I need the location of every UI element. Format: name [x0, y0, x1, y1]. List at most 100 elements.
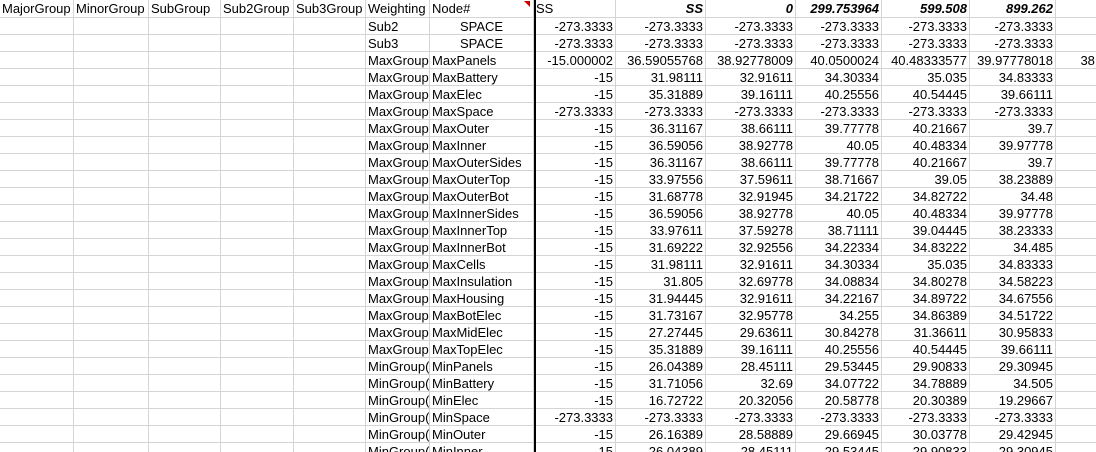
cell[interactable]	[221, 409, 294, 426]
cell[interactable]: MaxBattery	[430, 69, 534, 86]
cell[interactable]	[221, 324, 294, 341]
cell[interactable]	[149, 324, 221, 341]
cell[interactable]: 19.29667	[970, 392, 1056, 409]
cell[interactable]: MinGroup(I	[366, 375, 430, 392]
cell[interactable]: 36.31167	[616, 120, 706, 137]
header-cell[interactable]: Sub3Group	[294, 0, 366, 18]
cell[interactable]: MaxMidElec	[430, 324, 534, 341]
cell[interactable]: 34.83333	[970, 256, 1056, 273]
cell[interactable]: -273.3333	[882, 103, 970, 120]
cell[interactable]: -15	[534, 341, 616, 358]
cell[interactable]: 39.97778	[970, 205, 1056, 222]
cell[interactable]	[294, 154, 366, 171]
cell[interactable]: -273.3333	[616, 18, 706, 35]
cell[interactable]: 29.30945	[970, 358, 1056, 375]
cell[interactable]	[221, 341, 294, 358]
cell[interactable]: 35.31889	[616, 341, 706, 358]
cell[interactable]: 3	[1056, 256, 1096, 273]
cell[interactable]: 34.07722	[796, 375, 882, 392]
cell[interactable]: 32.69778	[706, 273, 796, 290]
cell[interactable]: -15	[534, 256, 616, 273]
header-cell[interactable]: 299.753964	[796, 0, 882, 18]
cell[interactable]	[149, 35, 221, 52]
cell[interactable]: MaxGroup	[366, 120, 430, 137]
cell[interactable]	[294, 103, 366, 120]
cell[interactable]: 34.82722	[882, 188, 970, 205]
cell[interactable]: MaxTopElec	[430, 341, 534, 358]
cell[interactable]: 38.92778	[706, 137, 796, 154]
cell[interactable]: 38.66111	[706, 154, 796, 171]
cell[interactable]: -15.000002	[534, 52, 616, 69]
cell[interactable]	[221, 239, 294, 256]
header-cell[interactable]: SS	[534, 0, 616, 18]
header-cell[interactable]: 899.262	[970, 0, 1056, 18]
cell[interactable]	[0, 341, 74, 358]
cell[interactable]	[294, 290, 366, 307]
cell[interactable]	[221, 205, 294, 222]
cell[interactable]	[74, 18, 149, 35]
cell[interactable]	[0, 222, 74, 239]
cell[interactable]: MaxGroup	[366, 103, 430, 120]
cell[interactable]: 39.97778018	[970, 52, 1056, 69]
cell[interactable]: 39.97778	[970, 137, 1056, 154]
cell[interactable]: -15	[534, 137, 616, 154]
cell[interactable]: 36.31167	[616, 154, 706, 171]
cell[interactable]: 34.505	[970, 375, 1056, 392]
cell[interactable]: MaxInnerBot	[430, 239, 534, 256]
cell[interactable]: 32.95778	[706, 307, 796, 324]
cell[interactable]: 39.66111	[970, 86, 1056, 103]
cell[interactable]: -15	[534, 358, 616, 375]
cell[interactable]: -15	[534, 392, 616, 409]
cell[interactable]	[221, 188, 294, 205]
cell[interactable]	[0, 239, 74, 256]
cell[interactable]: 39.04445	[882, 222, 970, 239]
cell[interactable]	[294, 52, 366, 69]
cell[interactable]: MaxGroup	[366, 222, 430, 239]
cell[interactable]: 16.72722	[616, 392, 706, 409]
cell[interactable]: 3	[1056, 307, 1096, 324]
cell[interactable]	[74, 171, 149, 188]
cell[interactable]: -273.3333	[616, 409, 706, 426]
cell[interactable]: MinGroup(	[366, 426, 430, 443]
cell[interactable]: 39.77778	[796, 120, 882, 137]
cell[interactable]	[0, 205, 74, 222]
cell[interactable]	[0, 273, 74, 290]
cell[interactable]	[221, 120, 294, 137]
cell[interactable]: MaxGroup	[366, 290, 430, 307]
cell[interactable]: 31.94445	[616, 290, 706, 307]
cell[interactable]: -15	[534, 154, 616, 171]
cell[interactable]	[221, 443, 294, 452]
cell[interactable]: 34.86389	[882, 307, 970, 324]
cell[interactable]	[221, 307, 294, 324]
header-cell[interactable]: Sub2Group	[221, 0, 294, 18]
cell[interactable]: 40.54445	[882, 341, 970, 358]
cell[interactable]: 30.95833	[970, 324, 1056, 341]
cell[interactable]	[294, 120, 366, 137]
cell[interactable]: 40.0500024	[796, 52, 882, 69]
cell[interactable]: 39.7	[970, 154, 1056, 171]
cell[interactable]	[221, 222, 294, 239]
cell[interactable]: MaxGroup	[366, 307, 430, 324]
cell[interactable]: 29.42945	[970, 426, 1056, 443]
cell[interactable]: 38.92778	[706, 205, 796, 222]
cell[interactable]: -273.3333	[882, 409, 970, 426]
cell[interactable]	[149, 171, 221, 188]
header-cell[interactable]: MajorGroup	[0, 0, 74, 18]
header-cell[interactable]: SS	[616, 0, 706, 18]
cell[interactable]	[294, 222, 366, 239]
cell[interactable]	[74, 86, 149, 103]
cell[interactable]: -2	[1056, 103, 1096, 120]
cell[interactable]: -273.3333	[706, 18, 796, 35]
cell[interactable]: 38.23333	[970, 222, 1056, 239]
cell[interactable]: 26.04389	[616, 358, 706, 375]
cell[interactable]: 40.54445	[882, 86, 970, 103]
cell[interactable]: MinGroup(I	[366, 392, 430, 409]
cell[interactable]: MaxGroup	[366, 341, 430, 358]
cell[interactable]: 34.22334	[796, 239, 882, 256]
cell[interactable]: 31.98111	[616, 69, 706, 86]
cell[interactable]	[74, 307, 149, 324]
cell[interactable]	[149, 154, 221, 171]
cell[interactable]: -15	[534, 273, 616, 290]
cell[interactable]: Sub3	[366, 35, 430, 52]
cell[interactable]	[74, 290, 149, 307]
